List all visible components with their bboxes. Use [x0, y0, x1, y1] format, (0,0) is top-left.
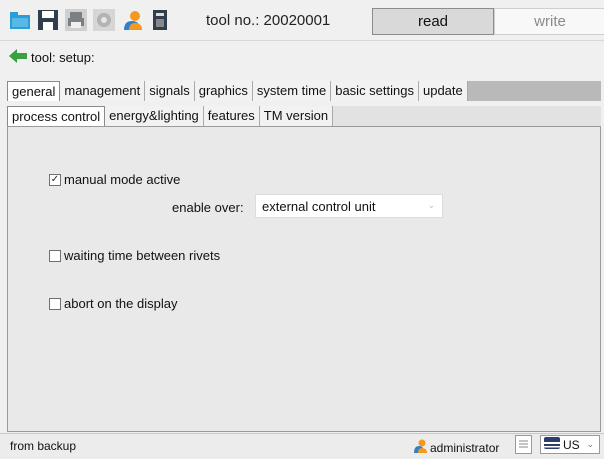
- back-arrow-icon[interactable]: [8, 48, 28, 67]
- chevron-down-icon: ⌄: [586, 439, 595, 449]
- language-label: US: [563, 437, 580, 452]
- manual-mode-checkbox[interactable]: ✓ manual mode active: [49, 172, 180, 187]
- tab-basic-settings[interactable]: basic settings: [331, 81, 419, 101]
- waiting-time-check-box[interactable]: [49, 249, 61, 262]
- manual-mode-label: manual mode active: [64, 172, 181, 187]
- breadcrumb-label: tool: setup:: [31, 49, 95, 65]
- status-bar: [0, 433, 604, 459]
- abort-display-check-box[interactable]: [49, 297, 61, 310]
- language-select[interactable]: US ⌄: [540, 435, 600, 454]
- tab-features[interactable]: features: [203, 106, 260, 126]
- enable-over-value: external control unit: [262, 198, 376, 214]
- waiting-time-checkbox[interactable]: waiting time between rivets: [49, 248, 220, 263]
- toolbar: tool no.: 20020001 read write: [0, 0, 604, 41]
- tab-tm-version[interactable]: TM version: [259, 106, 334, 126]
- read-button[interactable]: read: [372, 8, 494, 35]
- tab-system-time[interactable]: system time: [252, 81, 332, 101]
- manual-mode-check-box[interactable]: ✓: [49, 173, 61, 186]
- status-text: from backup: [10, 439, 77, 453]
- tab-energy-lighting[interactable]: energy&lighting: [105, 106, 204, 126]
- current-user: administrator: [413, 439, 499, 456]
- tab-general[interactable]: general: [7, 81, 61, 101]
- enable-over-label: enable over:: [172, 200, 244, 215]
- save-icon[interactable]: [37, 9, 59, 31]
- abort-display-label: abort on the display: [64, 296, 178, 311]
- enable-over-select[interactable]: external control unit ⌄: [255, 194, 443, 218]
- primary-tab-bar: general management signals graphics syst…: [7, 81, 601, 101]
- user-icon: [413, 439, 427, 456]
- settings-icon[interactable]: [93, 9, 115, 31]
- tab-graphics[interactable]: graphics: [194, 81, 253, 101]
- notes-icon[interactable]: [515, 435, 532, 454]
- user-icon[interactable]: [121, 9, 143, 31]
- breadcrumb: tool: setup:: [8, 44, 95, 70]
- tab-signals[interactable]: signals: [145, 81, 195, 101]
- device-icon[interactable]: [149, 9, 171, 31]
- tab-management[interactable]: management: [60, 81, 146, 101]
- tab-update[interactable]: update: [418, 81, 468, 101]
- write-button[interactable]: write: [494, 8, 604, 35]
- secondary-tab-bar: process control energy&lighting features…: [7, 106, 601, 126]
- us-flag-icon: [544, 437, 560, 452]
- user-name: administrator: [430, 440, 500, 455]
- folder-icon[interactable]: [9, 9, 31, 31]
- print-icon[interactable]: [65, 9, 87, 31]
- abort-display-checkbox[interactable]: abort on the display: [49, 296, 177, 311]
- tool-number: tool no.: 20020001: [206, 12, 331, 29]
- tab-process-control[interactable]: process control: [7, 106, 106, 126]
- chevron-down-icon: ⌄: [427, 200, 435, 210]
- waiting-time-label: waiting time between rivets: [64, 248, 221, 263]
